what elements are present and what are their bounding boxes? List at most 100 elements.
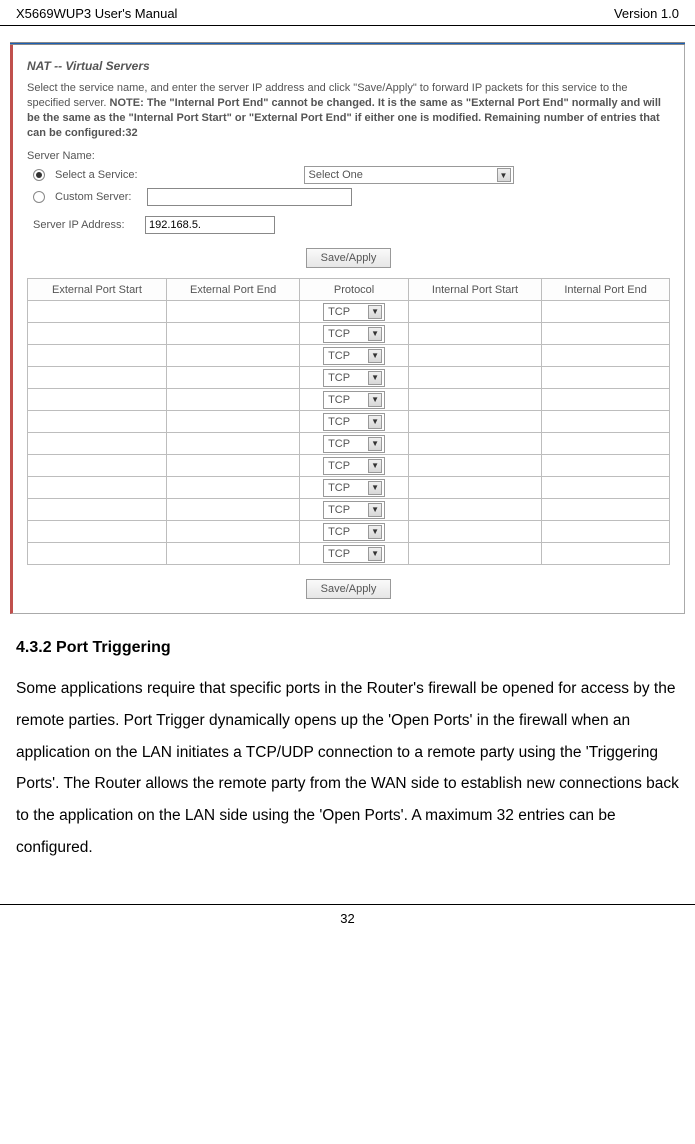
table-row: TCP▼ [28, 367, 670, 389]
port-cell[interactable] [408, 389, 541, 411]
port-cell[interactable] [408, 323, 541, 345]
port-cell[interactable] [408, 543, 541, 565]
protocol-dropdown[interactable]: TCP ▼ [323, 457, 385, 475]
chevron-down-icon: ▼ [368, 503, 382, 517]
protocol-dropdown[interactable]: TCP▼ [323, 347, 385, 365]
save-apply-button-top[interactable]: Save/Apply [306, 248, 392, 268]
port-cell[interactable] [408, 499, 541, 521]
port-cell[interactable] [408, 521, 541, 543]
server-name-label: Server Name: [27, 150, 670, 162]
port-cell[interactable] [542, 543, 670, 565]
port-cell[interactable] [542, 521, 670, 543]
page-footer: 32 [0, 904, 695, 936]
port-table: External Port Start External Port End Pr… [27, 278, 670, 565]
select-service-radio[interactable] [33, 169, 45, 181]
body-paragraph: Some applications require that specific … [16, 673, 679, 864]
port-cell[interactable] [542, 477, 670, 499]
port-cell[interactable] [542, 345, 670, 367]
port-cell[interactable] [408, 455, 541, 477]
port-table-header-row: External Port Start External Port End Pr… [28, 279, 670, 301]
table-row: TCP ▼ [28, 433, 670, 455]
port-cell[interactable] [542, 499, 670, 521]
port-cell[interactable] [28, 499, 167, 521]
port-cell[interactable] [542, 301, 670, 323]
port-cell[interactable] [28, 433, 167, 455]
protocol-dropdown[interactable]: TCP▼ [323, 523, 385, 541]
chevron-down-icon: ▼ [368, 459, 382, 473]
port-cell[interactable] [166, 367, 299, 389]
protocol-dropdown[interactable]: TCP▼ [323, 479, 385, 497]
chevron-down-icon: ▼ [368, 525, 382, 539]
port-cell[interactable] [166, 301, 299, 323]
port-cell[interactable] [542, 323, 670, 345]
save-apply-top-container: Save/Apply [27, 248, 670, 268]
port-cell[interactable] [408, 301, 541, 323]
protocol-value: TCP [328, 460, 350, 472]
port-cell[interactable] [28, 367, 167, 389]
port-cell[interactable] [542, 389, 670, 411]
protocol-dropdown[interactable]: TCP▼ [323, 391, 385, 409]
port-cell[interactable] [28, 389, 167, 411]
protocol-value: TCP [328, 438, 350, 450]
server-ip-input[interactable] [145, 216, 275, 234]
port-cell[interactable] [28, 301, 167, 323]
port-cell[interactable] [166, 389, 299, 411]
custom-server-input[interactable] [147, 188, 352, 206]
port-cell[interactable] [166, 455, 299, 477]
select-service-row: Select a Service: Select One ▼ [27, 166, 670, 184]
port-cell[interactable] [28, 455, 167, 477]
port-cell[interactable] [408, 433, 541, 455]
port-cell[interactable] [166, 543, 299, 565]
protocol-cell: TCP ▼ [300, 455, 409, 477]
body-text: 4.3.2 Port Triggering Some applications … [0, 632, 695, 879]
table-row: TCP▼ [28, 389, 670, 411]
custom-server-radio[interactable] [33, 191, 45, 203]
protocol-dropdown[interactable]: TCP▼ [323, 413, 385, 431]
col-ext-port-start: External Port Start [28, 279, 167, 301]
table-row: TCP▼ [28, 411, 670, 433]
port-cell[interactable] [408, 411, 541, 433]
protocol-cell: TCP▼ [300, 367, 409, 389]
protocol-dropdown[interactable]: TCP▼ [323, 369, 385, 387]
page-header: X5669WUP3 User's Manual Version 1.0 [0, 0, 695, 26]
port-cell[interactable] [28, 521, 167, 543]
port-cell[interactable] [166, 323, 299, 345]
chevron-down-icon: ▼ [368, 437, 382, 451]
description-bold: NOTE: The "Internal Port End" cannot be … [27, 97, 661, 139]
port-cell[interactable] [408, 477, 541, 499]
port-cell[interactable] [28, 345, 167, 367]
protocol-dropdown[interactable]: TCP▼ [323, 501, 385, 519]
port-cell[interactable] [542, 455, 670, 477]
protocol-dropdown[interactable]: TCP▼ [323, 545, 385, 563]
protocol-cell: TCP ▼ [300, 433, 409, 455]
protocol-dropdown[interactable]: TCP▼ [323, 325, 385, 343]
port-cell[interactable] [542, 433, 670, 455]
port-cell[interactable] [166, 345, 299, 367]
port-cell[interactable] [166, 433, 299, 455]
save-apply-bottom-container: Save/Apply [27, 579, 670, 599]
port-cell[interactable] [28, 411, 167, 433]
port-cell[interactable] [166, 477, 299, 499]
protocol-dropdown[interactable]: TCP▼ [323, 303, 385, 321]
protocol-value: TCP [328, 350, 350, 362]
port-cell[interactable] [28, 323, 167, 345]
port-cell[interactable] [166, 499, 299, 521]
table-row: TCP▼ [28, 301, 670, 323]
protocol-dropdown[interactable]: TCP ▼ [323, 435, 385, 453]
port-cell[interactable] [542, 367, 670, 389]
port-cell[interactable] [28, 477, 167, 499]
chevron-down-icon: ▼ [368, 305, 382, 319]
chevron-down-icon: ▼ [368, 371, 382, 385]
port-cell[interactable] [166, 521, 299, 543]
port-cell[interactable] [408, 345, 541, 367]
chevron-down-icon: ▼ [368, 481, 382, 495]
port-cell[interactable] [408, 367, 541, 389]
port-cell[interactable] [166, 411, 299, 433]
protocol-cell: TCP▼ [300, 345, 409, 367]
server-ip-row: Server IP Address: [27, 216, 670, 234]
port-cell[interactable] [28, 543, 167, 565]
protocol-cell: TCP▼ [300, 499, 409, 521]
save-apply-button-bottom[interactable]: Save/Apply [306, 579, 392, 599]
select-service-dropdown[interactable]: Select One ▼ [304, 166, 514, 184]
port-cell[interactable] [542, 411, 670, 433]
